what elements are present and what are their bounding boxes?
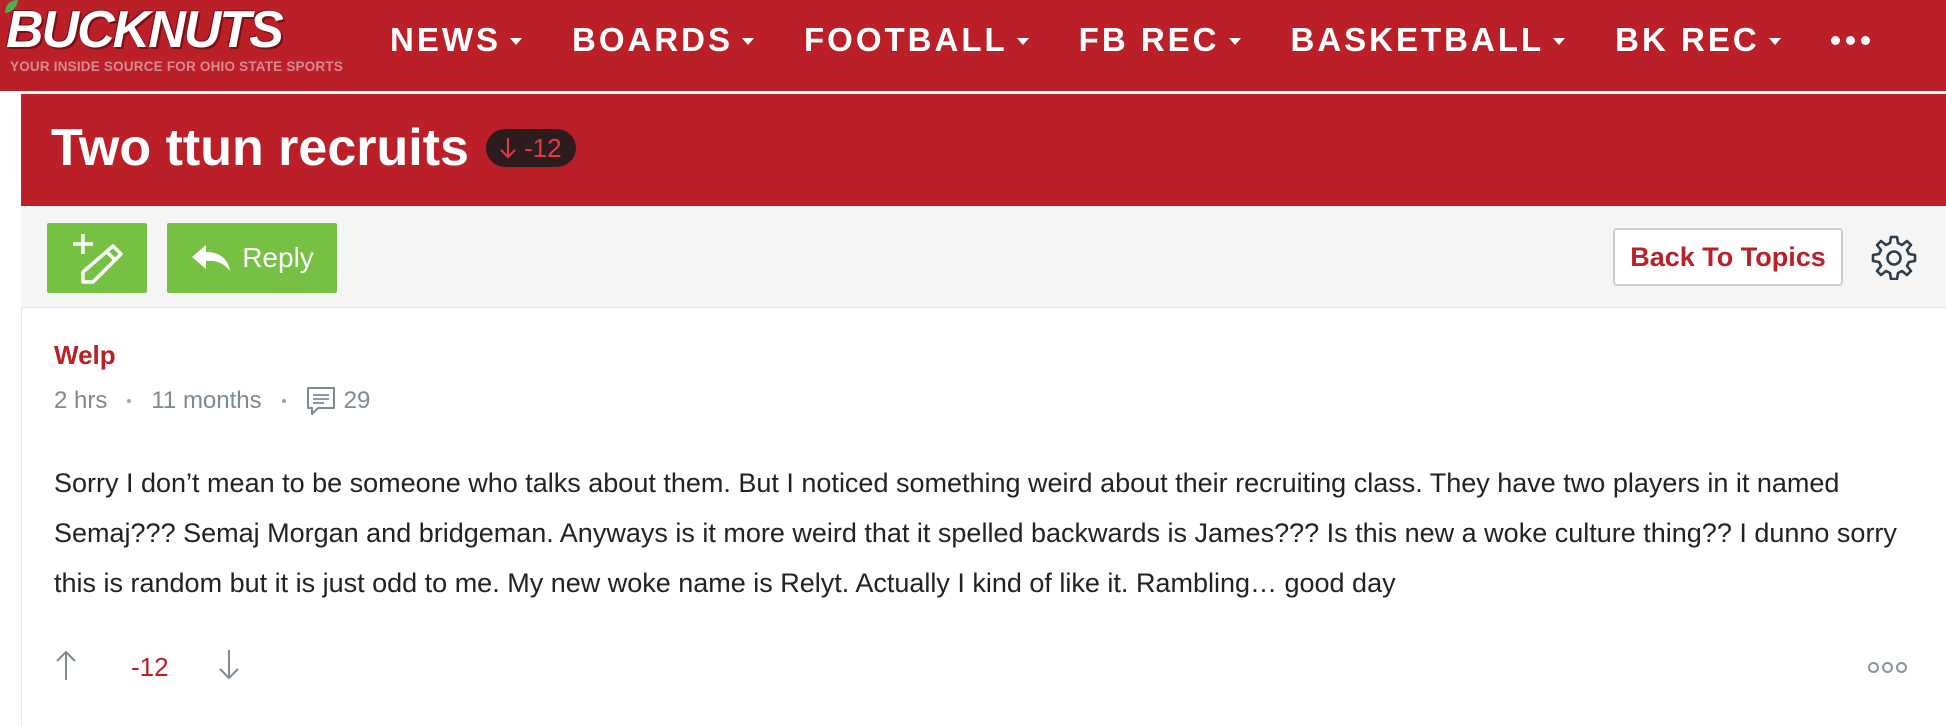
reply-button[interactable]: Reply [167, 223, 337, 293]
chevron-down-icon [1016, 37, 1029, 45]
downvote-icon[interactable] [217, 648, 241, 682]
nav-item-news[interactable]: NEWS [390, 21, 522, 59]
nav-item-label: BK REC [1615, 21, 1760, 58]
nav-item-label: BASKETBALL [1290, 21, 1545, 58]
top-nav: BUCKNUTS YOUR INSIDE SOURCE FOR OHIO STA… [0, 0, 1946, 91]
chevron-down-icon [510, 37, 522, 45]
thread-toolbar: Reply Back To Topics [21, 206, 1946, 308]
arrow-down-icon [500, 138, 516, 159]
nav-item-football[interactable]: FOOTBALL [804, 21, 1029, 59]
logo-wordmark: BUCKNUTS [6, 1, 284, 59]
comment-icon [306, 387, 335, 415]
comment-count: 29 [343, 387, 371, 414]
nav-item-boards[interactable]: BOARDS [572, 21, 755, 59]
chevron-down-icon [1768, 37, 1781, 45]
chevron-down-icon [1228, 37, 1241, 45]
back-to-topics-button[interactable]: Back To Topics [1613, 228, 1843, 286]
gear-icon[interactable] [1871, 234, 1917, 280]
thread-score-badge: -12 [486, 129, 576, 167]
page-title: Two ttun recruits [51, 119, 469, 177]
nav-item-bk-rec[interactable]: BK REC [1615, 21, 1781, 59]
post-author[interactable]: Welp [54, 340, 116, 371]
upvote-icon[interactable] [54, 648, 78, 682]
reply-arrow-icon [192, 245, 231, 271]
new-topic-button[interactable] [47, 223, 147, 293]
post-time: 2 hrs [54, 387, 108, 414]
nav-item-label: FB REC [1078, 21, 1220, 58]
site-logo[interactable]: BUCKNUTS YOUR INSIDE SOURCE FOR OHIO STA… [5, 0, 348, 84]
chevron-down-icon [1553, 37, 1566, 45]
nav-menu: NEWS BOARDS FOOTBALL FB REC BASKETBALL B… [390, 0, 1870, 80]
vote-count: -12 [131, 652, 169, 682]
nav-item-label: NEWS [390, 21, 501, 58]
nav-item-label: BOARDS [572, 21, 734, 58]
nav-item-fb-rec[interactable]: FB REC [1079, 21, 1241, 59]
post-meta: 2 hrs 11 months 29 [54, 386, 370, 416]
thread-score: -12 [524, 132, 562, 163]
nav-item-label: FOOTBALL [804, 21, 1008, 58]
thread-header: Two ttun recruits -12 [21, 94, 1946, 206]
logo-tagline: YOUR INSIDE SOURCE FOR OHIO STATE SPORTS [10, 59, 344, 74]
nav-item-basketball[interactable]: BASKETBALL [1291, 21, 1566, 59]
separator-dot [281, 399, 286, 403]
more-options-icon[interactable] [1868, 662, 1907, 673]
member-age: 11 months [151, 387, 262, 414]
ellipsis-icon[interactable] [1830, 35, 1870, 45]
reply-label: Reply [242, 242, 314, 273]
chevron-down-icon [742, 37, 755, 45]
post-card: Welp 2 hrs 11 months 29 Sorry I don’t me… [21, 308, 1946, 726]
separator-dot [127, 399, 132, 403]
post-body: Sorry I don’t mean to be someone who tal… [54, 468, 1897, 598]
pen-plus-icon [73, 234, 123, 284]
